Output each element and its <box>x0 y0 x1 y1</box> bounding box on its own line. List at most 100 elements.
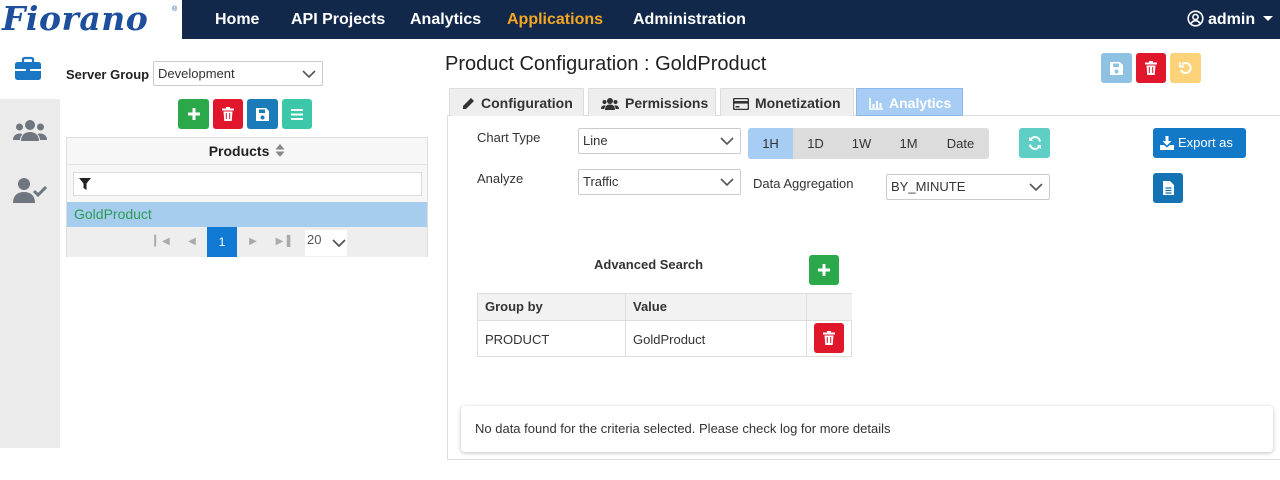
tab-configuration[interactable]: Configuration <box>449 88 584 116</box>
tab-monetization-label: Monetization <box>755 95 841 111</box>
pencil-icon <box>463 98 474 109</box>
chevron-down-icon <box>1263 16 1274 21</box>
tab-permissions-label: Permissions <box>625 95 709 111</box>
products-filter-input[interactable] <box>73 172 422 196</box>
page-size-value: 20 <box>307 232 322 247</box>
delete-criteria-button[interactable] <box>814 323 844 353</box>
refresh-icon <box>1028 136 1041 150</box>
logo-registered-mark: ® <box>172 6 178 13</box>
range-date[interactable]: Date <box>932 128 989 159</box>
data-aggregation-select[interactable]: BY_MINUTE <box>886 174 1050 200</box>
nav-api-projects[interactable]: API Projects <box>291 0 385 39</box>
logo-text: Fiorano <box>2 0 149 38</box>
top-navbar: Fiorano ® Home API Projects Analytics Ap… <box>0 0 1280 39</box>
undo-icon <box>1178 62 1191 74</box>
export-as-button[interactable]: Export as <box>1153 128 1246 158</box>
chart-type-label: Chart Type <box>477 130 541 145</box>
save-config-button[interactable] <box>1101 53 1132 83</box>
action-header <box>807 294 852 320</box>
server-group-select[interactable]: Development <box>153 61 323 86</box>
delete-config-button[interactable] <box>1136 53 1166 83</box>
range-1h[interactable]: 1H <box>748 128 793 159</box>
users-icon <box>601 98 619 110</box>
save-product-button[interactable] <box>247 99 278 129</box>
last-page-icon[interactable]: ▶▐ <box>268 227 298 257</box>
value-cell: GoldProduct <box>626 320 807 357</box>
report-button[interactable] <box>1153 173 1183 203</box>
chevron-down-icon <box>720 137 734 146</box>
save-icon <box>1110 61 1123 75</box>
credit-card-icon <box>732 97 750 111</box>
product-row[interactable]: GoldProduct <box>67 202 427 227</box>
user-menu[interactable]: admin <box>1187 0 1274 39</box>
analyze-value: Traffic <box>583 174 619 189</box>
products-table: Products GoldProduct ▎◀ ◀ 1 ▶ ▶▐ 20 <box>66 137 428 257</box>
tab-monetization[interactable]: Monetization <box>720 88 854 116</box>
users-icon[interactable] <box>13 117 47 143</box>
plus-icon <box>818 264 830 276</box>
nav-home[interactable]: Home <box>215 0 259 39</box>
nav-administration[interactable]: Administration <box>633 0 746 39</box>
current-page[interactable]: 1 <box>207 227 237 257</box>
refresh-button[interactable] <box>1019 128 1050 158</box>
trash-icon <box>222 107 234 121</box>
chevron-down-icon <box>302 70 316 79</box>
tab-analytics[interactable]: Analytics <box>856 88 963 116</box>
next-page-icon[interactable]: ▶ <box>238 227 268 257</box>
export-as-label: Export as <box>1178 135 1233 150</box>
side-rail <box>0 39 60 448</box>
chart-icon <box>869 98 883 110</box>
nav-analytics[interactable]: Analytics <box>410 0 481 39</box>
prev-page-icon[interactable]: ◀ <box>177 227 207 257</box>
page-title: Product Configuration : GoldProduct <box>445 53 767 75</box>
chart-type-select[interactable]: Line <box>578 128 741 154</box>
filter-icon <box>79 178 91 190</box>
trash-icon <box>823 331 835 345</box>
range-1w[interactable]: 1W <box>838 128 885 159</box>
list-icon <box>291 108 303 120</box>
first-page-icon[interactable]: ▎◀ <box>147 227 177 257</box>
file-icon <box>1162 181 1174 195</box>
advanced-search-label: Advanced Search <box>594 257 704 272</box>
add-product-button[interactable] <box>178 99 209 129</box>
user-check-icon[interactable] <box>13 176 47 204</box>
range-1m[interactable]: 1M <box>885 128 932 159</box>
tab-configuration-label: Configuration <box>481 95 573 111</box>
nav-applications[interactable]: Applications <box>507 0 603 39</box>
delete-product-button[interactable] <box>213 99 243 129</box>
undo-button[interactable] <box>1170 53 1201 83</box>
save-icon <box>256 107 269 121</box>
chevron-down-icon <box>1029 183 1043 192</box>
list-view-button[interactable] <box>282 99 312 129</box>
user-name: admin <box>1208 11 1256 28</box>
page-size-select[interactable]: 20 <box>305 230 347 256</box>
data-aggregation-label: Data Aggregation <box>753 176 854 191</box>
group-by-cell: PRODUCT <box>478 320 626 357</box>
range-1d[interactable]: 1D <box>793 128 838 159</box>
time-range-group: 1H 1D 1W 1M Date <box>748 128 989 159</box>
value-header: Value <box>626 294 807 320</box>
download-icon <box>1160 136 1174 150</box>
server-group-label: Server Group <box>66 67 150 82</box>
add-search-criteria-button[interactable] <box>809 255 839 285</box>
analyze-select[interactable]: Traffic <box>578 169 741 195</box>
products-header-label: Products <box>208 143 270 159</box>
no-data-message: No data found for the criteria selected.… <box>461 406 1273 452</box>
server-group-value: Development <box>158 66 235 81</box>
pagination: ▎◀ ◀ 1 ▶ ▶▐ 20 <box>67 227 427 257</box>
sort-icon[interactable] <box>275 144 285 157</box>
user-circle-icon <box>1187 10 1204 27</box>
tab-analytics-label: Analytics <box>889 95 952 111</box>
tab-permissions[interactable]: Permissions <box>588 88 716 116</box>
analyze-label: Analyze <box>477 171 524 186</box>
logo[interactable]: Fiorano ® <box>0 0 182 39</box>
trash-icon <box>1145 61 1157 75</box>
chevron-down-icon <box>720 178 734 187</box>
chart-type-value: Line <box>583 133 608 148</box>
chevron-down-icon <box>332 239 346 248</box>
briefcase-icon[interactable] <box>13 56 43 82</box>
products-header[interactable]: Products <box>67 138 427 165</box>
data-aggregation-value: BY_MINUTE <box>891 179 966 194</box>
plus-icon <box>187 108 200 120</box>
group-by-table: Group by Value PRODUCT GoldProduct <box>477 293 852 357</box>
